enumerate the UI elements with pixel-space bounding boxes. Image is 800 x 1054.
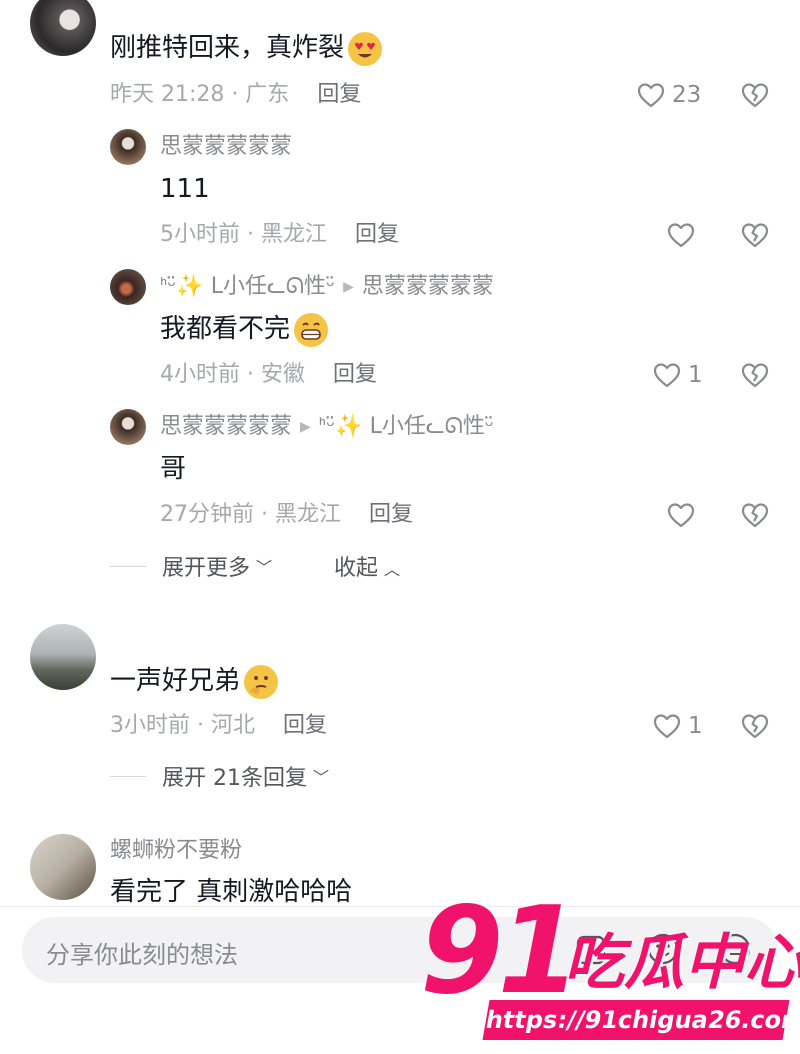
avatar[interactable] (110, 409, 146, 445)
reply-button[interactable]: 回复 (333, 362, 377, 387)
reply-button[interactable]: 回复 (355, 222, 399, 247)
watermark-url: https://91chigua26.com (482, 1000, 800, 1040)
heart-eyes-emoji (348, 31, 383, 66)
dislike-icon[interactable] (740, 360, 770, 390)
divider-line (0, 906, 800, 907)
reply-to-username[interactable]: ᑋᵕ̈✨ L小任ᓚᘏ性ᵕ̈ (319, 414, 494, 439)
comment-meta: 3小时前 · 河北 回复 (110, 713, 327, 738)
thinking-emoji (244, 664, 279, 699)
reply-text: 我都看不完 (160, 312, 329, 347)
grinning-emoji (294, 312, 329, 347)
reply-to-arrow-icon: ▶ (343, 279, 354, 295)
dislike-icon[interactable] (740, 500, 770, 530)
avatar[interactable] (30, 834, 96, 900)
comment-username[interactable]: 螺蛳粉不要粉 (110, 836, 242, 866)
chevron-down-icon: ﹀ (256, 558, 273, 577)
divider-line (110, 775, 146, 777)
like-button[interactable]: 23 (636, 80, 701, 110)
expand-replies-button[interactable]: 展开 21条回复 ﹀ (110, 760, 329, 792)
reply-username[interactable]: 思蒙蒙蒙蒙蒙 ▶ ᑋᵕ̈✨ L小任ᓚᘏ性ᵕ̈ (160, 412, 494, 442)
like-button[interactable]: 1 (652, 711, 703, 741)
avatar[interactable] (30, 0, 96, 56)
comment-text: 一声好兄弟 (110, 664, 279, 699)
heart-icon (652, 711, 682, 741)
avatar[interactable] (110, 129, 146, 165)
chevron-up-icon: ︿ (384, 560, 401, 579)
reply-meta: 5小时前 · 黑龙江 回复 (160, 222, 399, 247)
reply-username[interactable]: ᑋᵕ̈✨ L小任ᓚᘏ性ᵕ̈ ▶ 思蒙蒙蒙蒙蒙 (160, 272, 494, 302)
heart-icon (666, 500, 696, 530)
comment-meta: 昨天 21:28 · 广东 回复 (110, 82, 362, 107)
chevron-down-icon: ﹀ (313, 768, 330, 787)
like-button[interactable] (666, 220, 696, 250)
reply-meta: 27分钟前 · 黑龙江 回复 (160, 502, 413, 527)
avatar[interactable] (30, 624, 96, 690)
collapse-button[interactable]: 收起 ︿ (334, 550, 400, 582)
reply-button[interactable]: 回复 (283, 713, 327, 738)
expand-more-button[interactable]: 展开更多 ﹀ (110, 550, 272, 582)
heart-icon (636, 80, 666, 110)
watermark-number: 91 (420, 882, 581, 1021)
reply-button[interactable]: 回复 (369, 502, 413, 527)
reply-text: 111 (160, 174, 210, 204)
like-count: 23 (672, 82, 702, 108)
like-count: 1 (688, 362, 703, 388)
reply-to-arrow-icon: ▶ (300, 419, 311, 435)
comment-text: 刚推特回来，真炸裂 (110, 31, 383, 66)
reply-meta: 4小时前 · 安徽 回复 (160, 362, 377, 387)
avatar[interactable] (110, 269, 146, 305)
reply-to-username[interactable]: 思蒙蒙蒙蒙蒙 (362, 274, 494, 299)
reply-username[interactable]: 思蒙蒙蒙蒙蒙 (160, 132, 292, 162)
reply-text: 哥 (160, 454, 187, 484)
comment-text: 看完了 真刺激哈哈哈 (110, 877, 353, 907)
heart-icon (666, 220, 696, 250)
divider-line (110, 565, 146, 567)
heart-icon (652, 360, 682, 390)
dislike-icon[interactable] (740, 711, 770, 741)
dislike-icon[interactable] (740, 220, 770, 250)
watermark-brand: 吃瓜中心 (564, 928, 800, 998)
dislike-icon[interactable] (740, 80, 770, 110)
like-button[interactable]: 1 (652, 360, 703, 390)
reply-button[interactable]: 回复 (317, 82, 361, 107)
like-button[interactable] (666, 500, 696, 530)
input-placeholder: 分享你此刻的想法 (46, 941, 238, 969)
like-count: 1 (688, 713, 703, 739)
